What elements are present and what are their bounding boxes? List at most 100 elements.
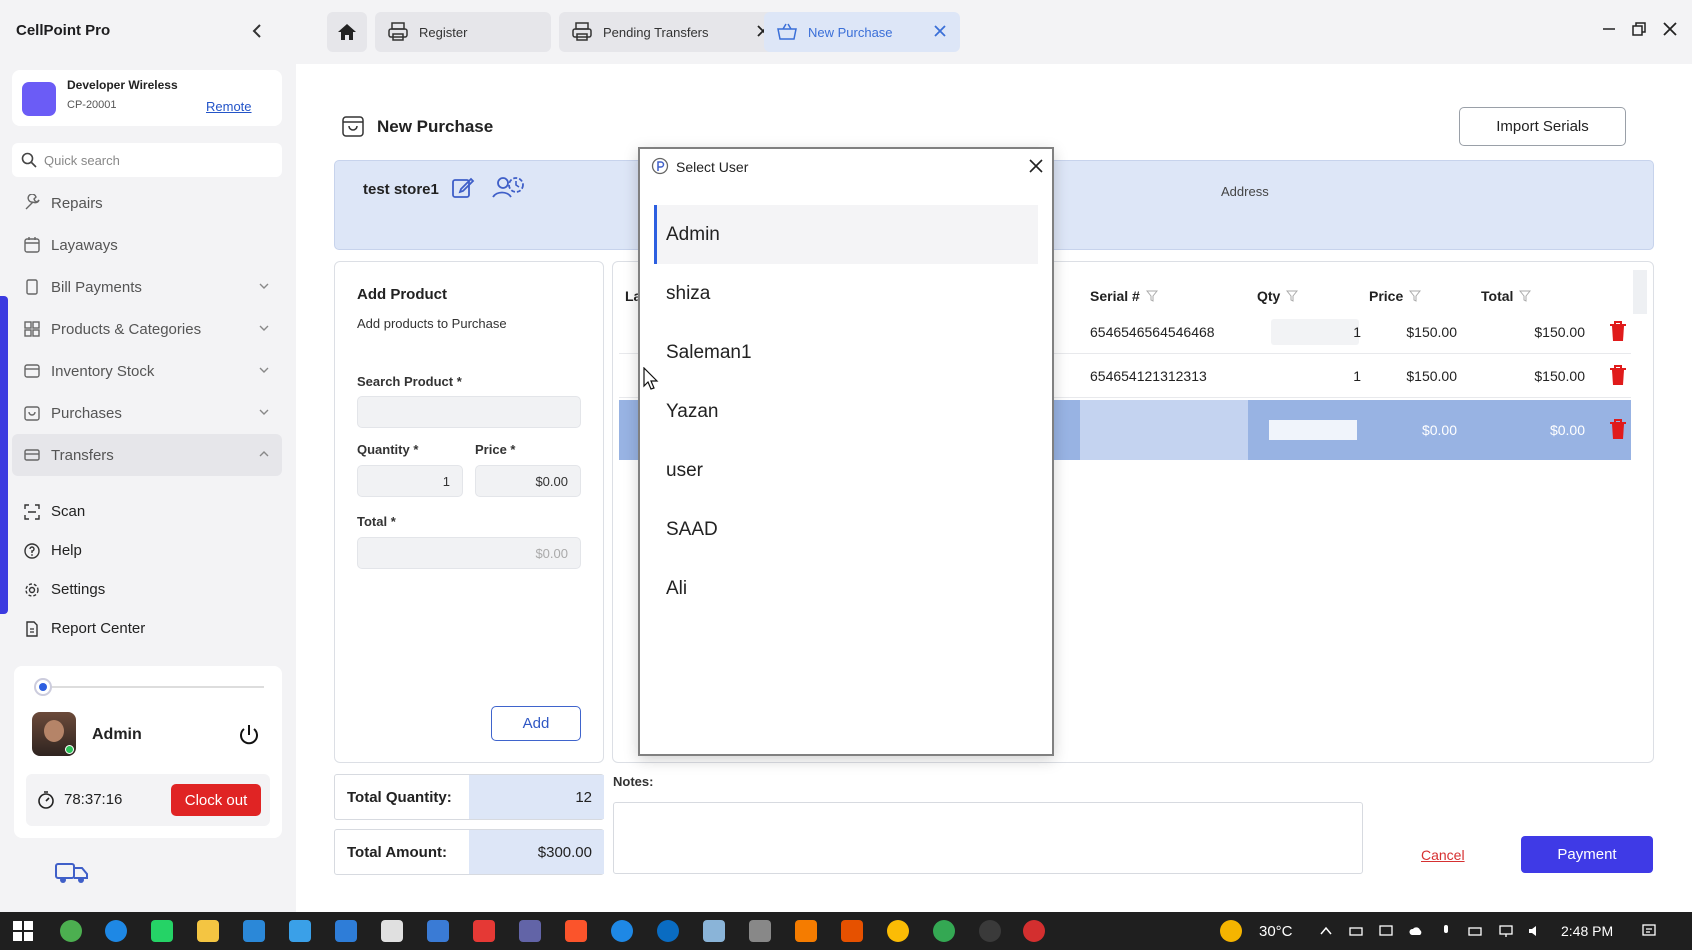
display-icon[interactable]: [1378, 923, 1394, 939]
whatsapp-icon[interactable]: [151, 920, 173, 942]
filter-icon[interactable]: [1519, 290, 1532, 302]
printer-icon: [572, 22, 592, 41]
home-tab[interactable]: [327, 12, 367, 52]
notes-field[interactable]: [613, 802, 1363, 874]
network-icon[interactable]: [1498, 923, 1514, 939]
sidebar-item-repairs[interactable]: Repairs: [12, 182, 282, 224]
trash-icon[interactable]: [1608, 418, 1628, 440]
store-remote-link[interactable]: Remote: [206, 99, 252, 114]
wrench-icon: [25, 194, 40, 210]
filter-icon[interactable]: [1409, 290, 1422, 302]
user-option-admin[interactable]: Admin: [654, 205, 1038, 264]
chevron-up-icon[interactable]: [1318, 923, 1334, 939]
app-icon[interactable]: [335, 920, 357, 942]
chrome-icon[interactable]: [887, 920, 909, 942]
user-option-user[interactable]: user: [654, 441, 1038, 500]
sidebar-item-transfers[interactable]: Transfers: [12, 434, 282, 476]
clock-time[interactable]: 2:48 PM: [1561, 923, 1613, 939]
user-option-shiza[interactable]: shiza: [654, 264, 1038, 323]
brave-icon[interactable]: [565, 920, 587, 942]
help-icon: [24, 542, 40, 559]
app-icon[interactable]: [795, 920, 817, 942]
store-card[interactable]: Developer Wireless CP-20001 Remote: [12, 70, 282, 126]
sidebar-item-settings[interactable]: Settings: [12, 570, 282, 609]
minimize-icon[interactable]: [1600, 20, 1618, 38]
trash-icon[interactable]: [1608, 320, 1628, 342]
chrome-icon[interactable]: [933, 920, 955, 942]
file-explorer-icon[interactable]: [197, 920, 219, 942]
column-header-qty[interactable]: Qty: [1257, 288, 1299, 304]
battery-icon[interactable]: [1468, 923, 1484, 939]
user-option-saad[interactable]: SAAD: [654, 500, 1038, 559]
weather-temperature[interactable]: 30°C: [1259, 923, 1293, 940]
user-option-yazan[interactable]: Yazan: [654, 382, 1038, 441]
recorder-icon[interactable]: [1023, 920, 1045, 942]
printer-icon[interactable]: [1348, 923, 1364, 939]
import-serials-button[interactable]: Import Serials: [1459, 107, 1626, 146]
user-option-saleman1[interactable]: Saleman1: [654, 323, 1038, 382]
collapse-sidebar-icon[interactable]: [248, 20, 266, 42]
tab-new-purchase[interactable]: New Purchase: [764, 12, 960, 52]
app-icon[interactable]: [657, 920, 679, 942]
tab-pending-transfers[interactable]: Pending Transfers: [559, 12, 783, 52]
status-slider-knob[interactable]: [34, 678, 52, 696]
restore-icon[interactable]: [1630, 20, 1648, 38]
chrome-icon[interactable]: [60, 920, 82, 942]
close-window-icon[interactable]: [1661, 20, 1679, 38]
close-icon[interactable]: [1026, 156, 1046, 176]
sidebar-item-bill-payments[interactable]: Bill Payments: [12, 266, 282, 308]
quantity-input[interactable]: [357, 465, 463, 497]
search-product-input[interactable]: [357, 396, 581, 428]
clock-out-button[interactable]: Clock out: [171, 784, 261, 816]
search-input[interactable]: [44, 149, 264, 171]
app-icon[interactable]: [289, 920, 311, 942]
edge-icon[interactable]: [105, 920, 127, 942]
app-icon[interactable]: [611, 920, 633, 942]
cancel-link[interactable]: Cancel: [1421, 847, 1465, 863]
delivery-truck-icon[interactable]: [52, 858, 90, 888]
sidebar-item-layaways[interactable]: Layaways: [12, 224, 282, 266]
grid-scrollbar[interactable]: [1633, 270, 1647, 314]
close-icon[interactable]: [932, 23, 948, 39]
add-product-button[interactable]: Add: [491, 706, 581, 741]
notification-icon[interactable]: [1641, 923, 1657, 939]
windows-start-icon[interactable]: [12, 920, 34, 942]
app-icon[interactable]: [841, 920, 863, 942]
calculator-icon[interactable]: [749, 920, 771, 942]
sidebar-item-scan[interactable]: Scan: [12, 492, 282, 531]
sidebar-item-help[interactable]: Help: [12, 531, 282, 570]
app-icon[interactable]: [703, 920, 725, 942]
column-header-serial[interactable]: Serial #: [1090, 288, 1158, 304]
user-option-ali[interactable]: Ali: [654, 559, 1038, 618]
user-history-icon[interactable]: [491, 173, 525, 201]
power-icon[interactable]: [236, 722, 262, 748]
app-icon[interactable]: [427, 920, 449, 942]
filter-icon[interactable]: [1286, 290, 1299, 302]
avatar[interactable]: [32, 712, 76, 756]
filter-icon[interactable]: [1145, 290, 1158, 302]
sidebar-item-inventory-stock[interactable]: Inventory Stock: [12, 350, 282, 392]
quick-search[interactable]: [12, 143, 282, 177]
column-header-price[interactable]: Price: [1369, 288, 1422, 304]
trash-icon[interactable]: [1608, 364, 1628, 386]
sidebar-item-purchases[interactable]: Purchases: [12, 392, 282, 434]
cloud-icon[interactable]: [1408, 923, 1424, 939]
column-header-total[interactable]: Total: [1481, 288, 1532, 304]
app-icon[interactable]: [473, 920, 495, 942]
price-input[interactable]: [475, 465, 581, 497]
sidebar-item-report-center[interactable]: Report Center: [12, 609, 282, 648]
weather-icon[interactable]: [1220, 920, 1242, 942]
sidebar-item-products-categories[interactable]: Products & Categories: [12, 308, 282, 350]
microphone-icon[interactable]: [1438, 923, 1454, 939]
volume-icon[interactable]: [1527, 923, 1543, 939]
serial-edit-cell[interactable]: [1080, 400, 1248, 460]
app-icon[interactable]: [979, 920, 1001, 942]
total-quantity-label: Total Quantity:: [347, 789, 452, 806]
status-slider-track[interactable]: [44, 686, 264, 688]
app-icon[interactable]: [381, 920, 403, 942]
payment-button[interactable]: Payment: [1521, 836, 1653, 873]
store-icon[interactable]: [243, 920, 265, 942]
tab-register[interactable]: Register: [375, 12, 551, 52]
edit-icon[interactable]: [451, 175, 475, 199]
teams-icon[interactable]: [519, 920, 541, 942]
